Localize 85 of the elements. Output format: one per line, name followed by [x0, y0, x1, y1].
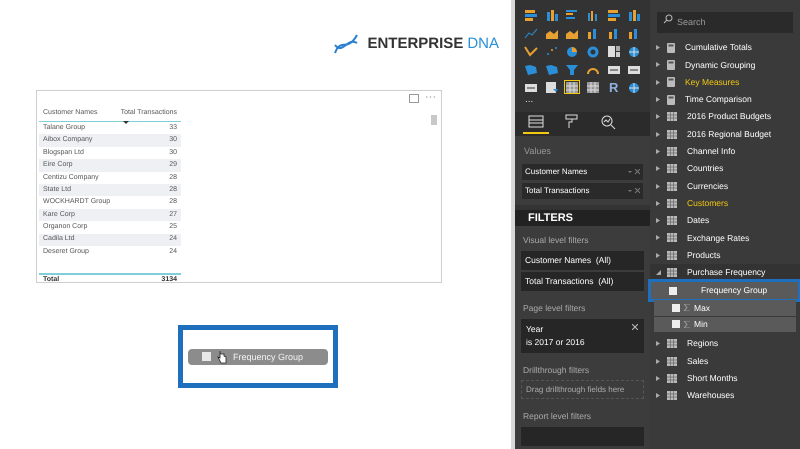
- more-visuals-label[interactable]: ...: [515, 94, 650, 106]
- field-table-item[interactable]: Channel Info: [650, 142, 800, 160]
- visual-type-icon[interactable]: [606, 44, 622, 58]
- search-field[interactable]: Search: [657, 12, 793, 32]
- sigma-icon: [684, 304, 690, 312]
- scrollbar[interactable]: [431, 115, 437, 125]
- filter-card[interactable]: Customer Names (All): [521, 250, 644, 270]
- table-icon: [667, 164, 677, 174]
- remove-icon[interactable]: [628, 168, 640, 174]
- field-table-item[interactable]: Exchange Rates: [650, 229, 800, 247]
- field-table-item[interactable]: 2016 Product Budgets: [650, 108, 800, 126]
- field-table-item[interactable]: Regions: [650, 335, 800, 352]
- expand-icon[interactable]: [409, 94, 419, 103]
- hand-cursor-icon: [217, 350, 227, 364]
- filter-card[interactable]: Total Transactions (All): [521, 272, 644, 291]
- table-icon: [667, 216, 677, 226]
- search-icon: [663, 14, 673, 24]
- field-item[interactable]: Min: [654, 316, 796, 332]
- table-icon: [667, 198, 677, 208]
- visual-type-icon[interactable]: [585, 80, 601, 94]
- sigma-icon: [684, 320, 690, 328]
- filter-card[interactable]: Year is 2017 or 2016: [521, 318, 644, 352]
- field-table-item[interactable]: Time Comparison: [650, 90, 800, 108]
- logo-text: DNA: [467, 34, 499, 54]
- section-label: Page level filters: [522, 302, 586, 315]
- visual-type-icon[interactable]: [523, 44, 539, 58]
- visual-type-icon[interactable]: R: [606, 80, 622, 94]
- remove-icon[interactable]: [628, 188, 640, 194]
- visual-type-icon[interactable]: [564, 80, 580, 94]
- calculator-icon: [667, 77, 675, 88]
- table-icon: [667, 112, 677, 122]
- field-table-item[interactable]: Purchase Frequency: [650, 264, 800, 282]
- table-icon: [667, 250, 677, 260]
- table-grid-icon: [528, 114, 544, 130]
- table-icon: [667, 374, 677, 383]
- calculator-icon: [667, 42, 675, 53]
- field-item[interactable]: Max: [654, 300, 796, 316]
- more-options-button[interactable]: ···: [425, 92, 436, 103]
- field-table-item[interactable]: Countries: [650, 160, 800, 178]
- field-table-item[interactable]: Short Months: [650, 370, 800, 388]
- filters-header: FILTERS: [515, 210, 650, 226]
- table-icon: [667, 356, 677, 366]
- table-icon: [667, 130, 677, 139]
- calculator-icon: [667, 60, 675, 70]
- paint-roller-icon: [564, 114, 580, 130]
- field-label: Frequency Group: [233, 352, 304, 362]
- table-icon: [667, 339, 677, 348]
- field-well[interactable]: Total Transactions: [522, 182, 643, 198]
- field-table-item[interactable]: Dynamic Grouping: [650, 56, 800, 74]
- filter-field: Year: [526, 322, 544, 336]
- table-icon: [667, 391, 677, 400]
- section-label: Report level filters: [522, 410, 592, 424]
- visual-type-icon[interactable]: [544, 80, 560, 94]
- drop-zone[interactable]: Drag drillthrough fields here: [521, 380, 644, 400]
- field-table-item[interactable]: Customers: [650, 194, 800, 212]
- visual-type-icon[interactable]: [606, 8, 622, 22]
- visual-type-icon[interactable]: [626, 8, 642, 22]
- table-icon: [667, 146, 677, 156]
- field-well[interactable]: Customer Names: [522, 164, 643, 180]
- checkbox[interactable]: [672, 320, 680, 328]
- logo-text: ENTERPRISE: [367, 34, 464, 54]
- dna-helix-icon: [333, 33, 360, 55]
- checkbox[interactable]: [672, 304, 680, 312]
- checkbox[interactable]: [202, 352, 211, 361]
- calculator-icon: [667, 94, 675, 105]
- field-table-item[interactable]: Dates: [650, 212, 800, 230]
- field-table-item[interactable]: Cumulative Totals: [650, 39, 800, 56]
- table-icon: [667, 233, 677, 242]
- field-table-item[interactable]: 2016 Regional Budget: [650, 125, 800, 143]
- field-table-item[interactable]: Sales: [650, 352, 800, 370]
- section-label: Visual level filters: [522, 234, 590, 247]
- filter-condition: is 2017 or 2016: [526, 336, 586, 348]
- field-table-item[interactable]: Products: [650, 246, 800, 264]
- field-table-item[interactable]: Warehouses: [650, 387, 800, 404]
- field-item[interactable]: Frequency Group: [651, 282, 798, 300]
- field-table-item[interactable]: Currencies: [650, 177, 800, 195]
- field-table-item[interactable]: Key Measures: [650, 74, 800, 91]
- checkbox[interactable]: [669, 286, 677, 295]
- magnifier-chart-icon: [600, 114, 616, 130]
- table-icon: [667, 268, 677, 277]
- table-icon: [667, 182, 677, 191]
- section-label: Drillthrough filters: [522, 364, 590, 377]
- close-icon[interactable]: [632, 324, 638, 330]
- section-label: Values: [523, 145, 552, 158]
- visual-type-icon[interactable]: [523, 8, 539, 22]
